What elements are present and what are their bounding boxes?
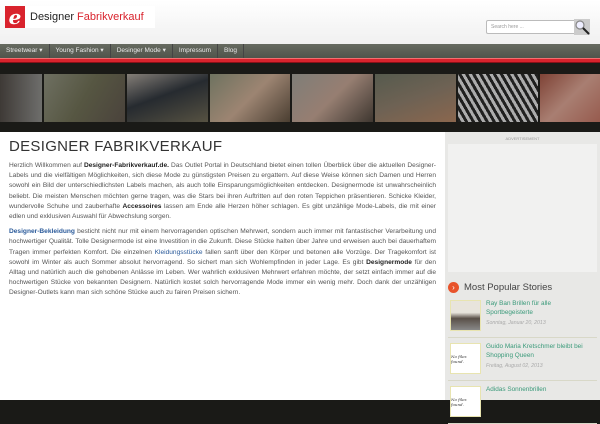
search-input[interactable]: Search here ... [486, 20, 576, 34]
story-title[interactable]: Ray Ban Brillen für alle Sportbegeistert… [486, 300, 596, 317]
sidebar: ADVERTISEMENT › Most Popular Stories Ray… [445, 132, 600, 424]
story-title[interactable]: Guido Maria Kretschmer bleibt bei Shoppi… [486, 343, 596, 360]
list-item[interactable]: Ray Ban Brillen für alle Sportbegeistert… [448, 298, 597, 338]
nav-blog[interactable]: Blog [218, 44, 245, 58]
logo-text: Designer [30, 11, 75, 23]
slide-photo[interactable] [127, 74, 208, 122]
story-title[interactable]: Adidas Sonnenbrillen [486, 386, 596, 395]
nav-young-fashion[interactable]: Young Fashion ▾ [50, 44, 111, 58]
search-button[interactable] [574, 19, 590, 35]
logo-text-accent: Fabrikverkauf [77, 11, 144, 23]
story-thumbnail[interactable]: No files found. [450, 343, 481, 374]
slide-photo[interactable] [540, 74, 600, 122]
nav-impressum[interactable]: Impressum [173, 44, 219, 58]
list-item[interactable]: No files found. Guido Maria Kretschmer b… [448, 341, 597, 381]
nav-streetwear[interactable]: Streetwear ▾ [0, 44, 50, 58]
intro-paragraph: Herzlich Willkommen auf Designer-Fabrikv… [9, 162, 436, 221]
page-title: DESIGNER FABRIKVERKAUF [9, 138, 223, 155]
main-nav: Streetwear ▾ Young Fashion ▾ Desinger Mo… [0, 44, 600, 58]
body-paragraph: Designer-Bekleidung besticht nicht nur m… [9, 228, 436, 297]
slide-photo[interactable] [458, 74, 538, 122]
designer-bekleidung-link[interactable]: Designer-Bekleidung [9, 228, 75, 235]
ad-label: ADVERTISEMENT [505, 136, 540, 141]
kleidungsstuecke-link[interactable]: Kleidungsstücke [155, 249, 203, 256]
story-thumbnail[interactable] [450, 300, 481, 331]
list-item[interactable]: No files found. Adidas Sonnenbrillen [448, 384, 597, 424]
header: e Designer Fabrikverkauf Search here ... [0, 0, 600, 44]
search-icon [575, 20, 590, 35]
slide-photo[interactable] [210, 74, 290, 122]
arrow-right-icon: › [448, 282, 459, 293]
popular-stories-heading: › Most Popular Stories [448, 282, 552, 293]
divider [0, 58, 600, 63]
slide-photo[interactable] [292, 74, 373, 122]
slide-photo[interactable] [44, 74, 125, 122]
site-logo[interactable]: e Designer Fabrikverkauf [5, 6, 155, 28]
slide-photo[interactable] [375, 74, 456, 122]
main-content: DESIGNER FABRIKVERKAUF Herzlich Willkomm… [0, 132, 445, 400]
logo-icon: e [5, 6, 25, 28]
slide-photo[interactable] [0, 74, 42, 122]
photo-slider [0, 74, 600, 122]
story-date: Sonntag, Januar 20, 2013 [486, 320, 546, 326]
story-date: Freitag, August 02, 2013 [486, 363, 543, 369]
ad-box[interactable] [448, 144, 597, 272]
story-thumbnail[interactable]: No files found. [450, 386, 481, 417]
nav-designer-mode[interactable]: Desinger Mode ▾ [111, 44, 173, 58]
